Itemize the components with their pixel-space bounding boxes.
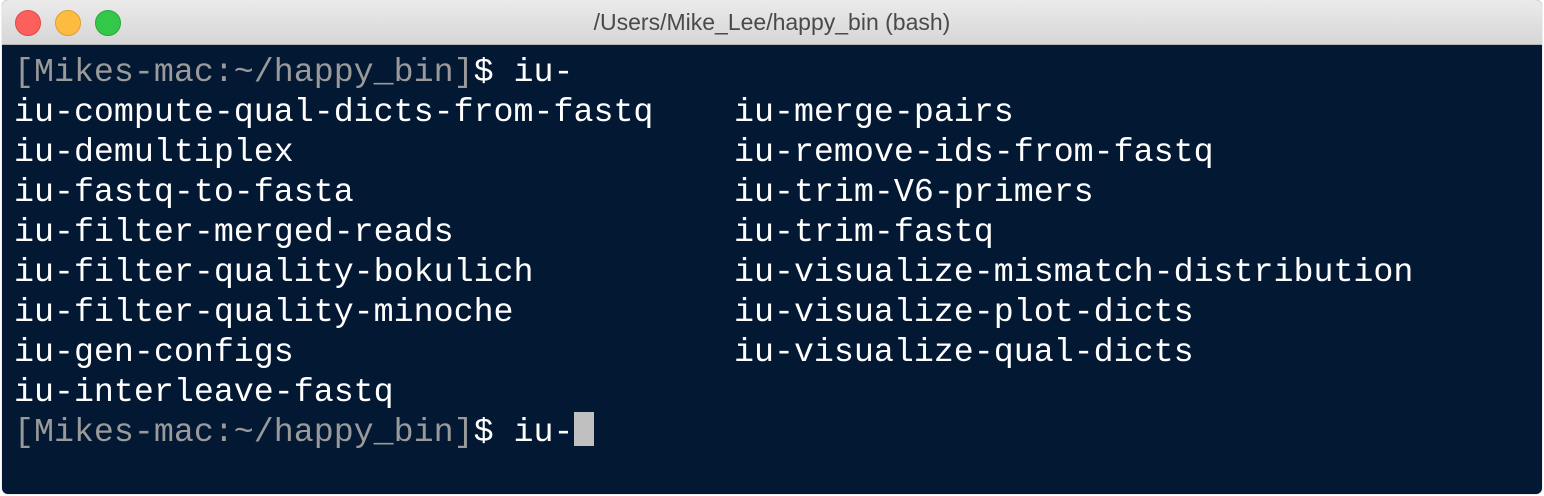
- cursor: [573, 412, 594, 447]
- terminal-window: /Users/Mike_Lee/happy_bin (bash) [Mikes-…: [2, 0, 1542, 494]
- completion-item: iu-demultiplex: [14, 133, 294, 171]
- completion-row: iu-gen-configs iu-visualize-qual-dicts: [14, 332, 1194, 372]
- window-title: /Users/Mike_Lee/happy_bin (bash): [593, 9, 951, 35]
- completion-row: iu-demultiplex iu-remove-ids-from-fastq: [14, 132, 1214, 172]
- completion-row: iu-filter-quality-bokulich iu-visualize-m…: [14, 252, 1413, 292]
- terminal-output[interactable]: [Mikes-mac:~/happy_bin]$ iu- iu-compute-…: [14, 52, 1413, 452]
- current-prompt-line[interactable]: [Mikes-mac:~/happy_bin]$ iu-: [14, 412, 653, 452]
- completion-item: iu-visualize-mismatch-distribution: [734, 253, 1414, 291]
- prompt-dollar: $: [473, 53, 514, 91]
- completion-row: iu-filter-quality-minoche iu-visualize-pl…: [14, 292, 1194, 332]
- completion-item: iu-filter-quality-minoche: [14, 293, 514, 331]
- completion-item: iu-filter-merged-reads: [14, 213, 454, 251]
- command-text: iu-: [513, 53, 574, 91]
- completion-item: iu-interleave-fastq: [14, 373, 394, 411]
- prompt-dollar: $: [473, 413, 514, 451]
- command-input[interactable]: iu-: [514, 413, 574, 451]
- completion-row: iu-fastq-to-fasta iu-trim-V6-primers: [14, 172, 1094, 212]
- completion-item: iu-fastq-to-fasta: [14, 173, 354, 211]
- completion-row: iu-interleave-fastq: [14, 372, 653, 412]
- completion-item: iu-merge-pairs: [734, 93, 1014, 131]
- completion-row: iu-filter-merged-reads iu-trim-fastq: [14, 212, 994, 252]
- prompt: [Mikes-mac:~/happy_bin]: [14, 53, 474, 91]
- completion-item: iu-trim-fastq: [734, 213, 994, 251]
- completion-item: iu-trim-V6-primers: [734, 173, 1094, 211]
- title-bar: /Users/Mike_Lee/happy_bin (bash): [2, 0, 1542, 45]
- completion-item: iu-filter-quality-bokulich: [14, 253, 534, 291]
- prompt: [Mikes-mac:~/happy_bin]: [14, 413, 474, 451]
- completion-row: iu-compute-qual-dicts-from-fastq iu-merge…: [14, 92, 1014, 132]
- completion-item: iu-remove-ids-from-fastq: [734, 133, 1214, 171]
- completion-item: iu-visualize-qual-dicts: [734, 333, 1194, 371]
- prompt-line: [Mikes-mac:~/happy_bin]$ iu-: [14, 52, 653, 92]
- completion-item: iu-compute-qual-dicts-from-fastq: [14, 93, 654, 131]
- completion-item: iu-visualize-plot-dicts: [734, 293, 1194, 331]
- completion-item: iu-gen-configs: [14, 333, 294, 371]
